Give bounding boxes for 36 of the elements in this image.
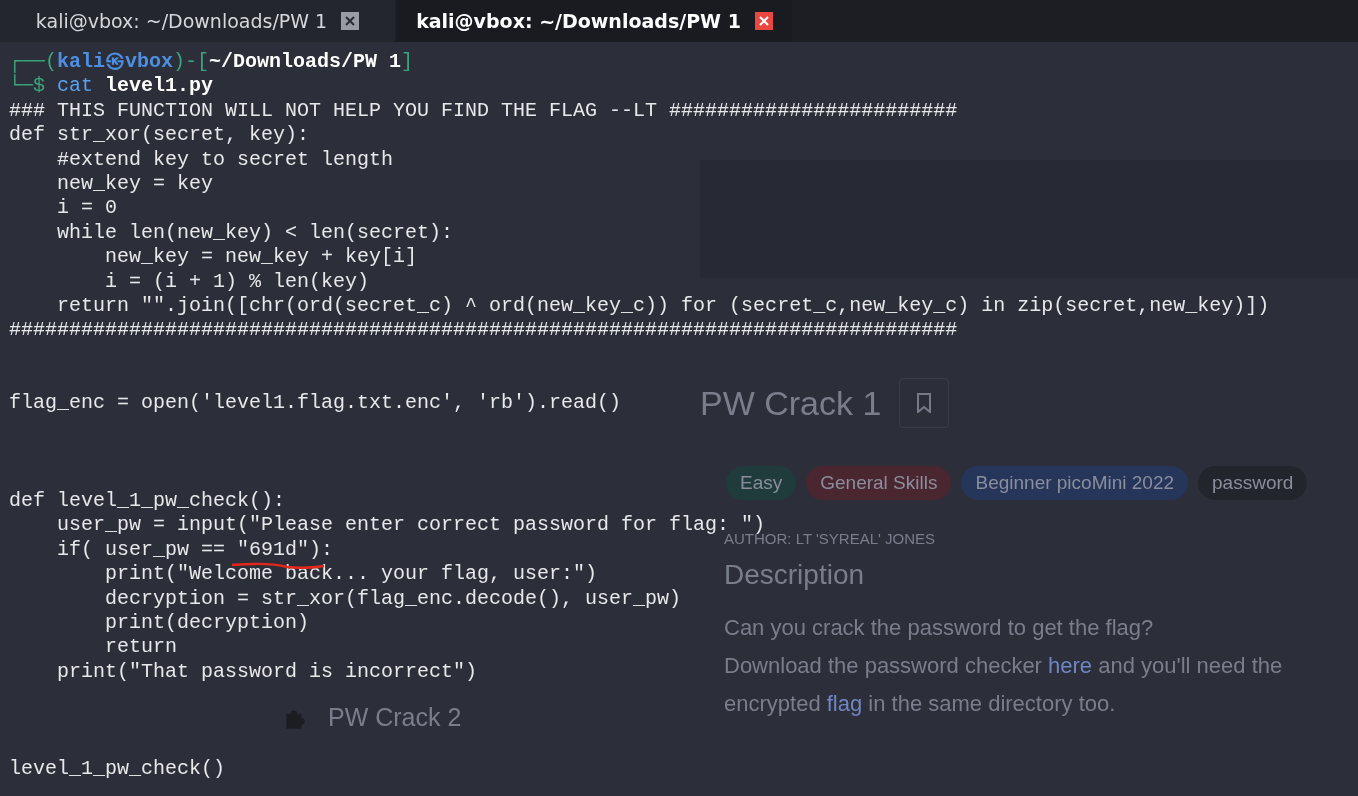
tag[interactable]: Easy: [726, 466, 797, 500]
code-line: new_key = key: [56, 171, 214, 197]
code-line: new_key = new_key + key[i]: [104, 245, 418, 270]
code-line: while len(new_key) < len(secret):: [56, 220, 454, 246]
code-line: def str_xor(secret, key):: [9, 123, 310, 148]
terminal-tab[interactable]: kali@vbox: ~/Downloads/PW 1: [0, 0, 395, 42]
tag[interactable]: General Skills: [806, 466, 952, 500]
code-line: level_1_pw_check(): [9, 757, 226, 782]
code-line: ###############################################################################: [9, 318, 958, 343]
code-line: i = 0: [56, 196, 118, 221]
challenge-title: PW Crack 1: [700, 383, 882, 423]
code-line: def level_1_pw_check():: [9, 489, 286, 514]
code-line: #extend key to secret length: [56, 147, 394, 172]
code-line: decryption = str_xor(flag_enc.decode(), user_pw): [104, 586, 682, 611]
close-icon[interactable]: [754, 12, 773, 30]
code-line: print(decryption): [104, 611, 310, 636]
description-text: Download the password checker here and you'll need the encrypted flag in the same directory too.: [724, 652, 1284, 718]
challenge-link[interactable]: PW Crack 2: [328, 703, 462, 732]
prompt-line: ┌──(kali㉿vbox)-[~/Downloads/PW 1]: [9, 50, 414, 75]
link[interactable]: flag: [826, 691, 863, 716]
section-heading: Description: [724, 559, 866, 591]
command-line: └─$ cat level1.py: [9, 74, 214, 99]
tag[interactable]: Beginner picoMini 2022: [961, 466, 1189, 500]
code-line: print("Welcome back... your flag, user:"): [104, 562, 598, 587]
code-line: return "".join([chr(ord(secret_c) ^ ord(new_key_c)) for (secret_c,new_key_c) in zip(secret,new_key)]): [56, 293, 1270, 319]
code-line: if( user_pw == "691d"):: [9, 537, 334, 563]
link[interactable]: here: [1048, 653, 1093, 678]
code-line: i = (i + 1) % len(key): [104, 269, 370, 294]
description-text: Can you crack the password to get the flag?: [724, 614, 1155, 642]
tag[interactable]: password: [1198, 466, 1308, 500]
bookmark-icon: [916, 393, 933, 413]
code-line: return: [104, 635, 178, 660]
code-line: flag_enc = open('level1.flag.txt.enc', 'rb').read(): [9, 391, 622, 416]
code-line: ### THIS FUNCTION WILL NOT HELP YOU FIND THE FLAG --LT ########################: [9, 98, 958, 124]
code-line: print("That password is incorrect"): [56, 659, 478, 685]
bookmark-button[interactable]: [899, 378, 950, 428]
